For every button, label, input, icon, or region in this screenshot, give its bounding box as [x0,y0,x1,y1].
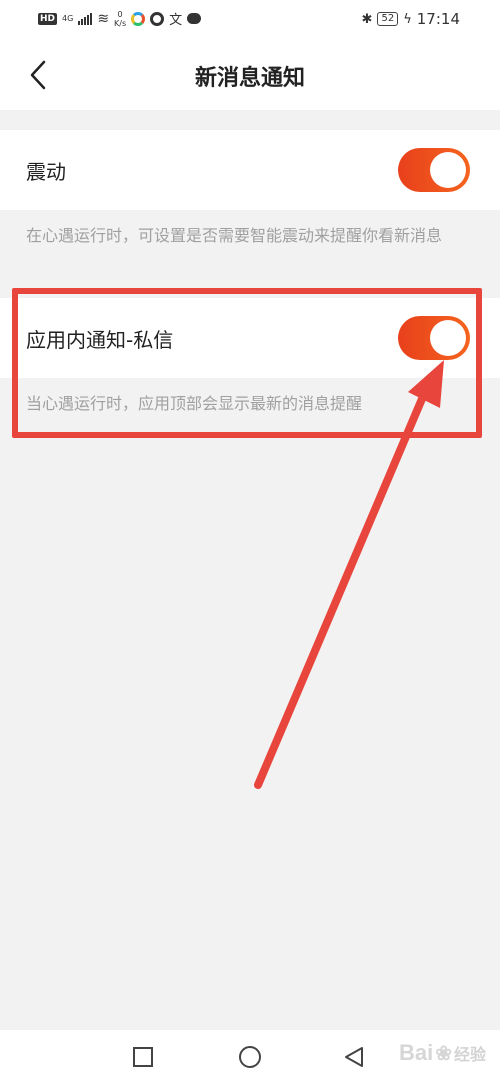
watermark-text: Bai [398,1040,434,1065]
setting-row-vibration: 震动 [0,130,500,210]
header: 新消息通知 [0,40,500,110]
home-button[interactable] [235,1042,265,1072]
chat-icon [187,13,202,24]
recent-apps-button[interactable] [128,1042,158,1072]
signal-icon [78,12,93,25]
status-right: ✱ 52 ϟ 17:14 [362,10,460,28]
net-speed: 0 K/s [114,10,126,28]
clock: 17:14 [416,10,460,28]
setting-description: 在心遇运行时，可设置是否需要智能震动来提醒你看新消息 [26,226,443,245]
paw-icon: ❀ [435,1042,452,1065]
highlight-box [12,288,482,438]
network-type: 4G [62,13,74,23]
bluetooth-icon: ✱ [361,11,373,27]
charging-icon: ϟ [403,11,412,27]
wen-icon: 文 [169,13,183,28]
toggle-knob [430,152,466,188]
watermark-text-2: 经验 [453,1047,486,1064]
back-nav-button[interactable] [340,1042,370,1072]
net-speed-unit: K/s [114,18,127,28]
status-bar: HD 4G ≋ 0 K/s 文 ✱ 52 ϟ 17:14 [0,0,500,40]
battery-indicator: 52 [377,12,399,26]
triangle-back-icon [345,1047,363,1067]
app-notification-icon-2 [150,11,165,26]
chevron-left-icon [30,60,46,90]
setting-label: 震动 [26,160,66,184]
circle-icon [239,1046,261,1068]
watermark: Bai ❀ 经验 [399,1040,486,1066]
hd-badge: HD [38,12,58,25]
vibration-toggle[interactable] [398,148,470,192]
status-left: HD 4G ≋ 0 K/s 文 [38,9,202,28]
page-title: 新消息通知 [194,66,305,91]
app-notification-icon [131,11,146,26]
net-speed-value: 0 [117,9,123,19]
wifi-icon: ≋ [97,10,110,27]
square-icon [133,1047,153,1067]
back-button[interactable] [24,58,54,92]
